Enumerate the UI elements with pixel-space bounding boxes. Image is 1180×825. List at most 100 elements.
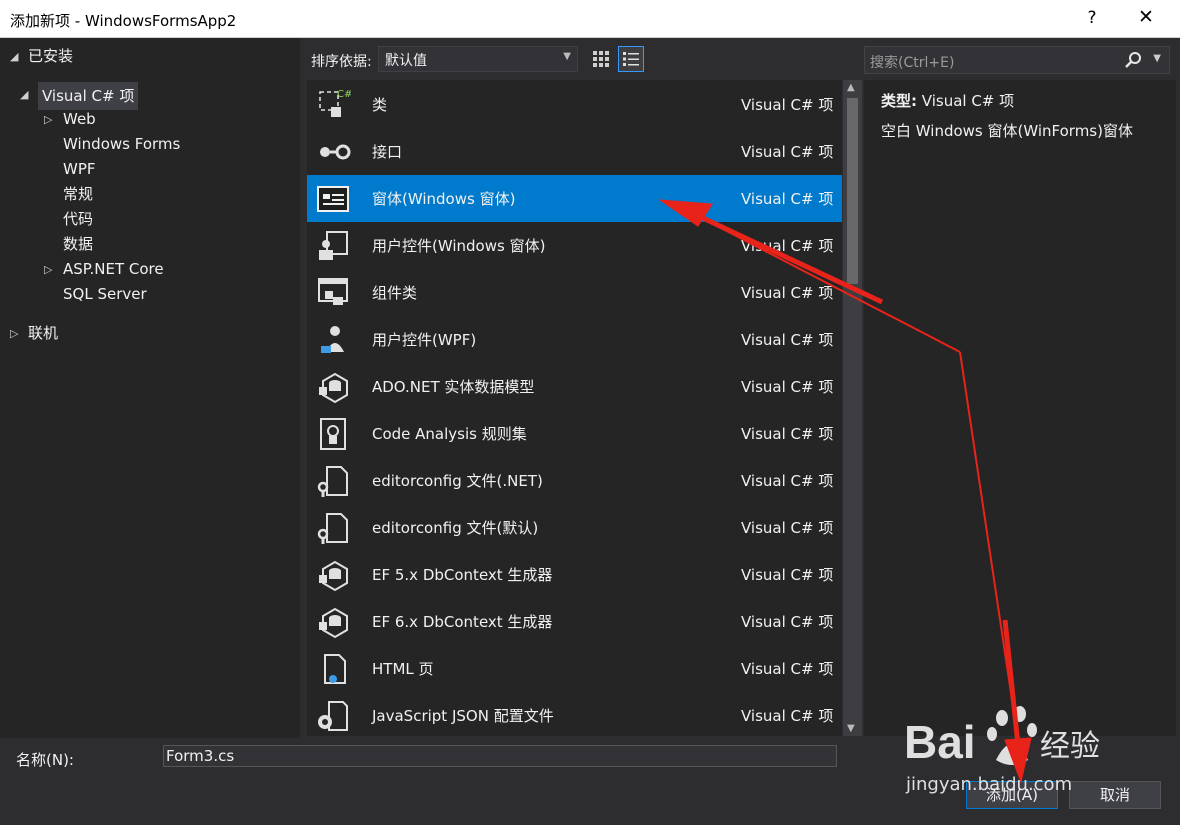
- collapsed-arrow-icon[interactable]: ▷: [44, 108, 52, 132]
- watermark-brand: Bai: [904, 716, 976, 768]
- small-icons-view-button[interactable]: [588, 46, 614, 72]
- template-name: 窗体(Windows 窗体): [372, 190, 516, 208]
- template-type: Visual C# 项: [741, 472, 834, 490]
- tree-item-label: 已安装: [28, 47, 74, 65]
- template-type: Visual C# 项: [741, 519, 834, 537]
- entity-model-icon: [315, 557, 351, 593]
- template-name: HTML 页: [372, 660, 434, 678]
- template-type: Visual C# 项: [741, 425, 834, 443]
- template-row[interactable]: EF 6.x DbContext 生成器 Visual C# 项: [307, 598, 842, 645]
- template-type: Visual C# 项: [741, 707, 834, 725]
- template-row[interactable]: C# 类 Visual C# 项: [307, 81, 842, 128]
- template-type: Visual C# 项: [741, 660, 834, 678]
- list-view-icon: [623, 52, 639, 66]
- watermark-url: jingyan.baidu.com: [905, 774, 1072, 795]
- tree-item-label: Windows Forms: [63, 135, 181, 153]
- collapsed-arrow-icon[interactable]: ▷: [10, 322, 18, 346]
- details-pane: 类型: Visual C# 项 空白 Windows 窗体(WinForms)窗…: [864, 80, 1176, 736]
- baidu-paw-logo: Bai 经验 jingyan.baidu.com: [904, 706, 1100, 795]
- template-row[interactable]: JavaScript JSON 配置文件 Visual C# 项: [307, 692, 842, 736]
- chevron-down-icon[interactable]: ▼: [1153, 53, 1161, 64]
- template-type: Visual C# 项: [741, 190, 834, 208]
- expanded-arrow-icon[interactable]: ◢: [20, 83, 28, 107]
- sort-dropdown-value: 默认值: [385, 53, 427, 69]
- template-type: Visual C# 项: [741, 331, 834, 349]
- template-name: 用户控件(Windows 窗体): [372, 237, 546, 255]
- details-description: 空白 Windows 窗体(WinForms)窗体: [881, 122, 1133, 140]
- template-row[interactable]: editorconfig 文件(.NET) Visual C# 项: [307, 457, 842, 504]
- search-placeholder: 搜索(Ctrl+E): [870, 55, 955, 71]
- template-name: ADO.NET 实体数据模型: [372, 378, 535, 396]
- name-input[interactable]: [163, 745, 837, 767]
- template-type: Visual C# 项: [741, 237, 834, 255]
- details-type-value: Visual C# 项: [921, 92, 1015, 110]
- details-type: 类型: Visual C# 项: [881, 90, 1014, 111]
- json-file-icon: [315, 698, 351, 734]
- scroll-down-icon[interactable]: ▼: [847, 723, 855, 734]
- user-control-icon: [315, 228, 351, 264]
- template-name: 组件类: [372, 284, 418, 302]
- template-row[interactable]: EF 5.x DbContext 生成器 Visual C# 项: [307, 551, 842, 598]
- template-row[interactable]: 用户控件(WPF) Visual C# 项: [307, 316, 842, 363]
- template-list: C# 类 Visual C# 项接口 Visual C# 项窗体(Windows 窗体…: [307, 80, 842, 736]
- search-box[interactable]: 搜索(Ctrl+E) ▼: [864, 46, 1170, 74]
- class-icon: C#: [315, 87, 352, 123]
- template-row[interactable]: 窗体(Windows 窗体) Visual C# 项: [307, 175, 842, 222]
- template-type: Visual C# 项: [741, 96, 834, 114]
- form-icon: [315, 181, 351, 217]
- window-title: 添加新项 - WindowsFormsApp2: [10, 12, 237, 30]
- ruleset-icon: [315, 416, 351, 452]
- template-row[interactable]: 组件类 Visual C# 项: [307, 269, 842, 316]
- template-list-scrollbar[interactable]: ▲ ▼: [843, 80, 862, 736]
- chevron-down-icon: ▼: [563, 51, 571, 62]
- expanded-arrow-icon[interactable]: ◢: [10, 45, 18, 69]
- template-name: 接口: [372, 143, 403, 161]
- tree-item-label: 联机: [28, 324, 59, 342]
- tree-item-label: 数据: [63, 235, 94, 253]
- entity-model-icon: [315, 604, 351, 640]
- category-tree-pane: ◢ 已安装 ◢ Visual C# 项 ▷ Web Windows Forms WPF 常规…: [0, 38, 300, 738]
- template-name: 类: [372, 96, 388, 114]
- help-button[interactable]: ?: [1082, 8, 1102, 28]
- template-row[interactable]: ADO.NET 实体数据模型 Visual C# 项: [307, 363, 842, 410]
- interface-icon: [315, 134, 351, 170]
- component-icon: [315, 275, 351, 311]
- svg-text:C#: C#: [337, 89, 351, 100]
- baidu-watermark: Bai 经验 jingyan.baidu.com: [900, 698, 1120, 798]
- config-file-icon: [315, 463, 351, 499]
- watermark-brand-cn: 经验: [1040, 729, 1100, 764]
- template-name: EF 6.x DbContext 生成器: [372, 613, 553, 631]
- list-view-button[interactable]: [618, 46, 644, 72]
- close-button[interactable]: ✕: [1134, 6, 1158, 28]
- sort-label: 排序依据:: [311, 54, 372, 70]
- template-type: Visual C# 项: [741, 613, 834, 631]
- scroll-up-icon[interactable]: ▲: [847, 82, 855, 93]
- grid-view-icon: [593, 51, 609, 67]
- template-name: Code Analysis 规则集: [372, 425, 527, 443]
- template-name: 用户控件(WPF): [372, 331, 477, 349]
- search-icon[interactable]: [1123, 50, 1143, 74]
- template-type: Visual C# 项: [741, 378, 834, 396]
- template-row[interactable]: 用户控件(Windows 窗体) Visual C# 项: [307, 222, 842, 269]
- template-row[interactable]: Code Analysis 规则集 Visual C# 项: [307, 410, 842, 457]
- wpf-user-control-icon: [315, 322, 351, 358]
- template-row[interactable]: editorconfig 文件(默认) Visual C# 项: [307, 504, 842, 551]
- template-type: Visual C# 项: [741, 143, 834, 161]
- template-name: EF 5.x DbContext 生成器: [372, 566, 553, 584]
- collapsed-arrow-icon[interactable]: ▷: [44, 258, 52, 282]
- template-type: Visual C# 项: [741, 284, 834, 302]
- template-name: editorconfig 文件(默认): [372, 519, 539, 537]
- tree-item-label: 常规: [63, 185, 94, 203]
- tree-item-label: Visual C# 项: [38, 82, 139, 110]
- tree-item-label: WPF: [63, 160, 96, 178]
- scrollbar-thumb[interactable]: [847, 98, 858, 284]
- sort-dropdown[interactable]: 默认值 ▼: [378, 46, 578, 72]
- template-row[interactable]: 接口 Visual C# 项: [307, 128, 842, 175]
- template-name: editorconfig 文件(.NET): [372, 472, 543, 490]
- config-file-icon: [315, 510, 351, 546]
- tree-item-label: SQL Server: [63, 285, 147, 303]
- template-type: Visual C# 项: [741, 566, 834, 584]
- title-bar: 添加新项 - WindowsFormsApp2 ? ✕: [0, 0, 1180, 38]
- name-label: 名称(N):: [16, 751, 74, 769]
- template-row[interactable]: HTML 页 Visual C# 项: [307, 645, 842, 692]
